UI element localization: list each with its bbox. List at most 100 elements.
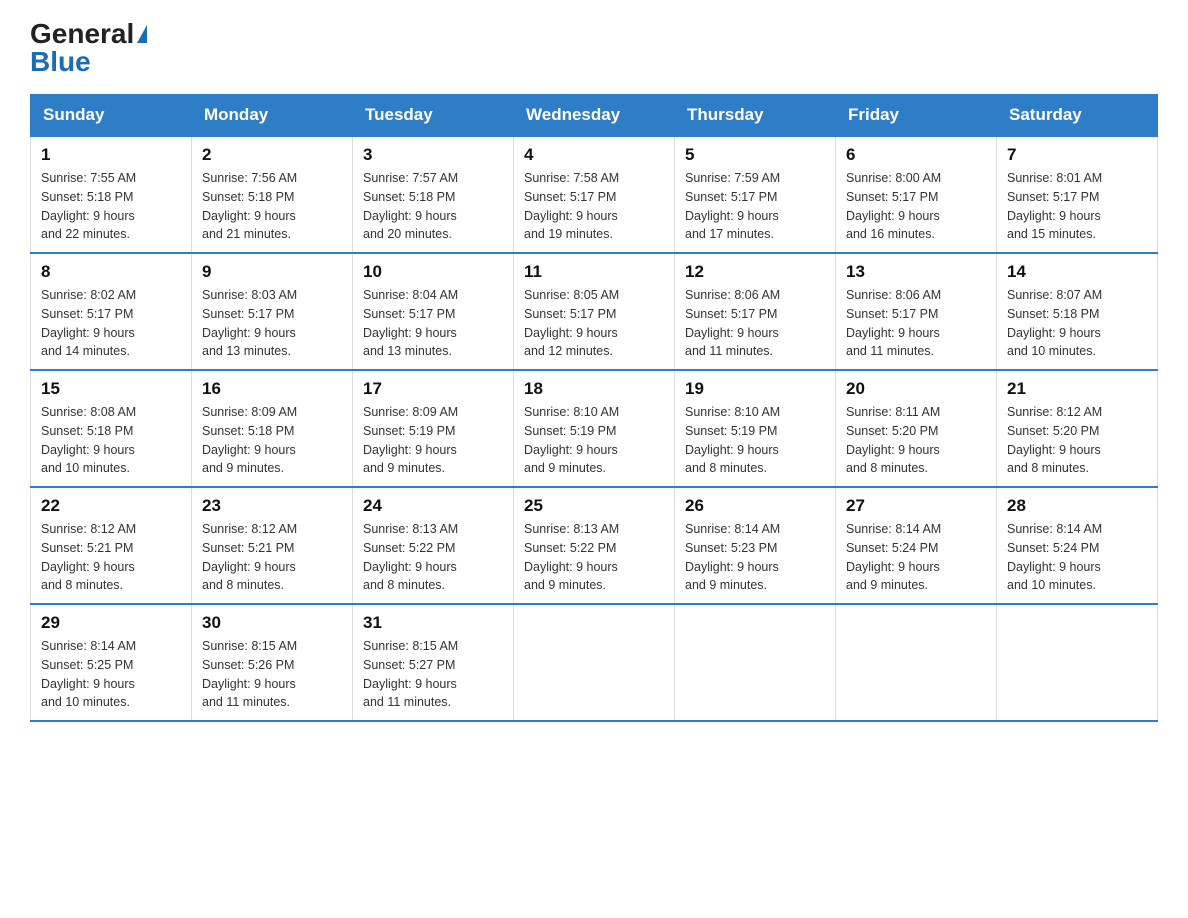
day-info: Sunrise: 8:04 AM Sunset: 5:17 PM Dayligh…: [363, 286, 503, 361]
calendar-cell: 21 Sunrise: 8:12 AM Sunset: 5:20 PM Dayl…: [997, 370, 1158, 487]
day-number: 18: [524, 379, 664, 399]
calendar-cell: 22 Sunrise: 8:12 AM Sunset: 5:21 PM Dayl…: [31, 487, 192, 604]
calendar-cell: 13 Sunrise: 8:06 AM Sunset: 5:17 PM Dayl…: [836, 253, 997, 370]
day-number: 8: [41, 262, 181, 282]
weekday-header-friday: Friday: [836, 95, 997, 137]
day-number: 28: [1007, 496, 1147, 516]
calendar-cell: 28 Sunrise: 8:14 AM Sunset: 5:24 PM Dayl…: [997, 487, 1158, 604]
day-number: 15: [41, 379, 181, 399]
day-info: Sunrise: 7:59 AM Sunset: 5:17 PM Dayligh…: [685, 169, 825, 244]
calendar-cell: 31 Sunrise: 8:15 AM Sunset: 5:27 PM Dayl…: [353, 604, 514, 721]
day-number: 13: [846, 262, 986, 282]
day-number: 14: [1007, 262, 1147, 282]
day-number: 5: [685, 145, 825, 165]
calendar-cell: 14 Sunrise: 8:07 AM Sunset: 5:18 PM Dayl…: [997, 253, 1158, 370]
day-number: 20: [846, 379, 986, 399]
calendar-cell: 11 Sunrise: 8:05 AM Sunset: 5:17 PM Dayl…: [514, 253, 675, 370]
logo-general-text: General: [30, 20, 134, 48]
day-number: 4: [524, 145, 664, 165]
day-info: Sunrise: 8:13 AM Sunset: 5:22 PM Dayligh…: [524, 520, 664, 595]
day-info: Sunrise: 7:55 AM Sunset: 5:18 PM Dayligh…: [41, 169, 181, 244]
calendar-week-row: 15 Sunrise: 8:08 AM Sunset: 5:18 PM Dayl…: [31, 370, 1158, 487]
calendar-cell: [514, 604, 675, 721]
page-header: General Blue: [30, 20, 1158, 76]
calendar-cell: 25 Sunrise: 8:13 AM Sunset: 5:22 PM Dayl…: [514, 487, 675, 604]
day-info: Sunrise: 8:05 AM Sunset: 5:17 PM Dayligh…: [524, 286, 664, 361]
calendar-cell: 8 Sunrise: 8:02 AM Sunset: 5:17 PM Dayli…: [31, 253, 192, 370]
day-number: 10: [363, 262, 503, 282]
day-info: Sunrise: 8:03 AM Sunset: 5:17 PM Dayligh…: [202, 286, 342, 361]
day-number: 6: [846, 145, 986, 165]
calendar-cell: 17 Sunrise: 8:09 AM Sunset: 5:19 PM Dayl…: [353, 370, 514, 487]
day-number: 9: [202, 262, 342, 282]
day-info: Sunrise: 8:06 AM Sunset: 5:17 PM Dayligh…: [846, 286, 986, 361]
day-number: 21: [1007, 379, 1147, 399]
day-number: 30: [202, 613, 342, 633]
day-number: 31: [363, 613, 503, 633]
day-number: 27: [846, 496, 986, 516]
calendar-cell: 12 Sunrise: 8:06 AM Sunset: 5:17 PM Dayl…: [675, 253, 836, 370]
day-number: 16: [202, 379, 342, 399]
calendar-week-row: 22 Sunrise: 8:12 AM Sunset: 5:21 PM Dayl…: [31, 487, 1158, 604]
day-info: Sunrise: 8:15 AM Sunset: 5:27 PM Dayligh…: [363, 637, 503, 712]
calendar-cell: 1 Sunrise: 7:55 AM Sunset: 5:18 PM Dayli…: [31, 136, 192, 253]
calendar-cell: 19 Sunrise: 8:10 AM Sunset: 5:19 PM Dayl…: [675, 370, 836, 487]
day-number: 29: [41, 613, 181, 633]
weekday-header-wednesday: Wednesday: [514, 95, 675, 137]
calendar-cell: 7 Sunrise: 8:01 AM Sunset: 5:17 PM Dayli…: [997, 136, 1158, 253]
logo-blue-text: Blue: [30, 48, 91, 76]
calendar-cell: [997, 604, 1158, 721]
weekday-header-monday: Monday: [192, 95, 353, 137]
day-info: Sunrise: 8:09 AM Sunset: 5:19 PM Dayligh…: [363, 403, 503, 478]
day-number: 19: [685, 379, 825, 399]
calendar-cell: 15 Sunrise: 8:08 AM Sunset: 5:18 PM Dayl…: [31, 370, 192, 487]
day-number: 1: [41, 145, 181, 165]
calendar-cell: [836, 604, 997, 721]
weekday-header-saturday: Saturday: [997, 95, 1158, 137]
day-info: Sunrise: 8:14 AM Sunset: 5:24 PM Dayligh…: [1007, 520, 1147, 595]
weekday-header-thursday: Thursday: [675, 95, 836, 137]
calendar-cell: 5 Sunrise: 7:59 AM Sunset: 5:17 PM Dayli…: [675, 136, 836, 253]
day-info: Sunrise: 8:08 AM Sunset: 5:18 PM Dayligh…: [41, 403, 181, 478]
calendar-cell: 26 Sunrise: 8:14 AM Sunset: 5:23 PM Dayl…: [675, 487, 836, 604]
logo-triangle-icon: [137, 25, 147, 43]
day-info: Sunrise: 8:14 AM Sunset: 5:24 PM Dayligh…: [846, 520, 986, 595]
day-info: Sunrise: 8:12 AM Sunset: 5:21 PM Dayligh…: [41, 520, 181, 595]
day-number: 7: [1007, 145, 1147, 165]
day-info: Sunrise: 8:12 AM Sunset: 5:21 PM Dayligh…: [202, 520, 342, 595]
day-number: 2: [202, 145, 342, 165]
day-info: Sunrise: 7:56 AM Sunset: 5:18 PM Dayligh…: [202, 169, 342, 244]
day-info: Sunrise: 8:12 AM Sunset: 5:20 PM Dayligh…: [1007, 403, 1147, 478]
calendar-cell: 29 Sunrise: 8:14 AM Sunset: 5:25 PM Dayl…: [31, 604, 192, 721]
calendar-week-row: 8 Sunrise: 8:02 AM Sunset: 5:17 PM Dayli…: [31, 253, 1158, 370]
day-info: Sunrise: 8:09 AM Sunset: 5:18 PM Dayligh…: [202, 403, 342, 478]
day-info: Sunrise: 7:58 AM Sunset: 5:17 PM Dayligh…: [524, 169, 664, 244]
calendar-cell: 24 Sunrise: 8:13 AM Sunset: 5:22 PM Dayl…: [353, 487, 514, 604]
day-info: Sunrise: 8:00 AM Sunset: 5:17 PM Dayligh…: [846, 169, 986, 244]
day-info: Sunrise: 8:06 AM Sunset: 5:17 PM Dayligh…: [685, 286, 825, 361]
day-number: 3: [363, 145, 503, 165]
day-info: Sunrise: 8:14 AM Sunset: 5:25 PM Dayligh…: [41, 637, 181, 712]
day-info: Sunrise: 8:01 AM Sunset: 5:17 PM Dayligh…: [1007, 169, 1147, 244]
calendar-cell: 6 Sunrise: 8:00 AM Sunset: 5:17 PM Dayli…: [836, 136, 997, 253]
day-info: Sunrise: 8:10 AM Sunset: 5:19 PM Dayligh…: [524, 403, 664, 478]
day-info: Sunrise: 8:15 AM Sunset: 5:26 PM Dayligh…: [202, 637, 342, 712]
calendar-cell: 23 Sunrise: 8:12 AM Sunset: 5:21 PM Dayl…: [192, 487, 353, 604]
day-number: 11: [524, 262, 664, 282]
calendar-cell: 20 Sunrise: 8:11 AM Sunset: 5:20 PM Dayl…: [836, 370, 997, 487]
day-info: Sunrise: 7:57 AM Sunset: 5:18 PM Dayligh…: [363, 169, 503, 244]
day-number: 24: [363, 496, 503, 516]
day-number: 25: [524, 496, 664, 516]
day-info: Sunrise: 8:02 AM Sunset: 5:17 PM Dayligh…: [41, 286, 181, 361]
day-number: 17: [363, 379, 503, 399]
weekday-header-tuesday: Tuesday: [353, 95, 514, 137]
calendar-table: SundayMondayTuesdayWednesdayThursdayFrid…: [30, 94, 1158, 722]
calendar-cell: 10 Sunrise: 8:04 AM Sunset: 5:17 PM Dayl…: [353, 253, 514, 370]
day-number: 12: [685, 262, 825, 282]
calendar-cell: 16 Sunrise: 8:09 AM Sunset: 5:18 PM Dayl…: [192, 370, 353, 487]
day-info: Sunrise: 8:07 AM Sunset: 5:18 PM Dayligh…: [1007, 286, 1147, 361]
weekday-header-sunday: Sunday: [31, 95, 192, 137]
calendar-cell: 27 Sunrise: 8:14 AM Sunset: 5:24 PM Dayl…: [836, 487, 997, 604]
calendar-cell: 3 Sunrise: 7:57 AM Sunset: 5:18 PM Dayli…: [353, 136, 514, 253]
calendar-week-row: 29 Sunrise: 8:14 AM Sunset: 5:25 PM Dayl…: [31, 604, 1158, 721]
